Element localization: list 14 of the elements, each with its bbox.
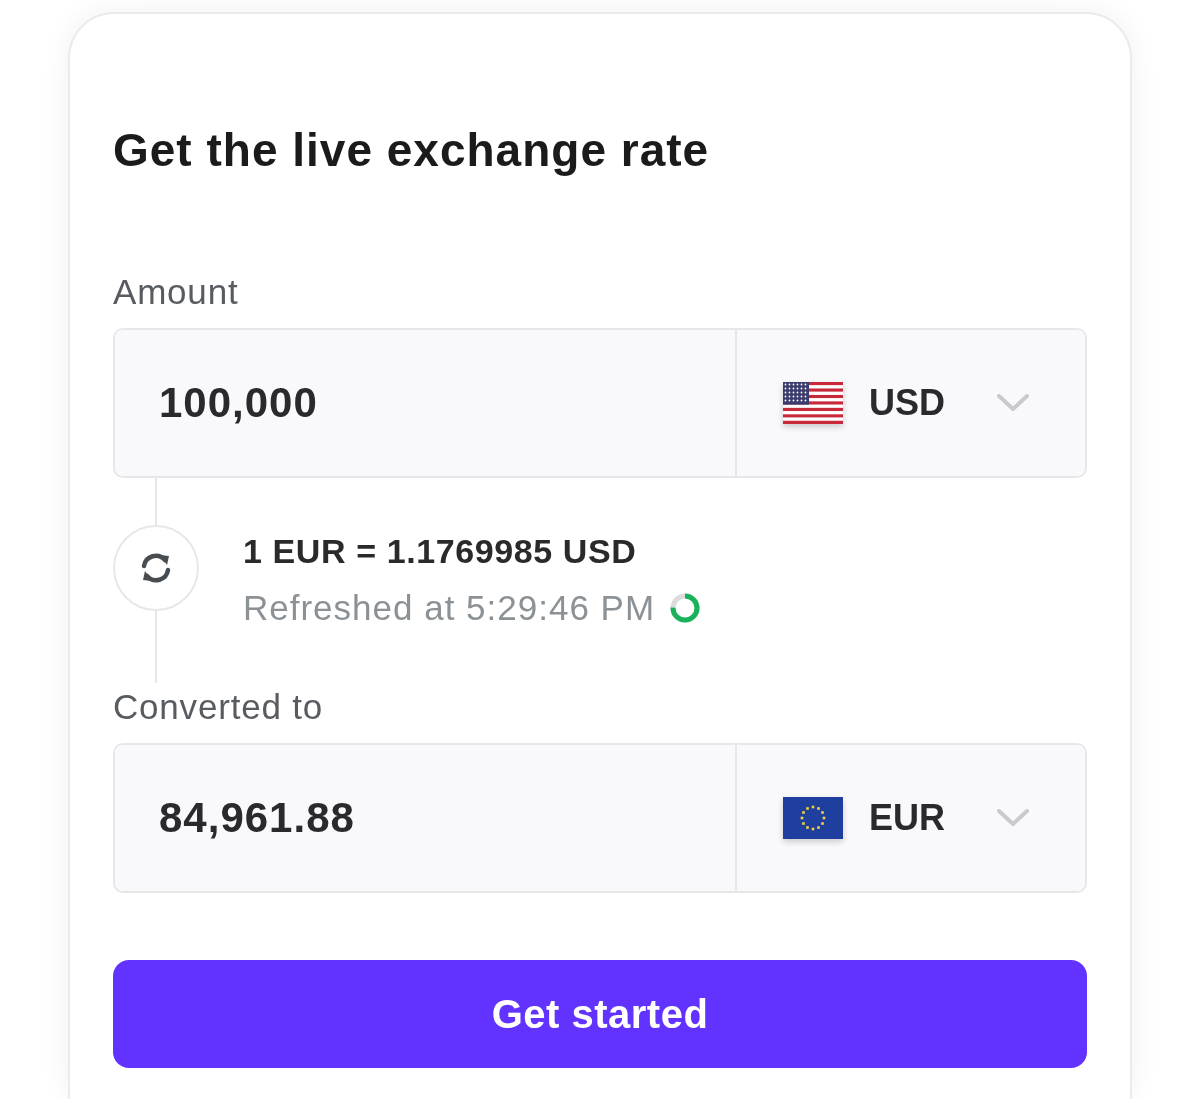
get-started-button[interactable]: Get started	[113, 960, 1087, 1068]
exchange-rate-text: 1 EUR = 1.1769985 USD	[243, 531, 638, 571]
us-flag-icon	[783, 382, 843, 424]
amount-field[interactable]: 84,961.88	[115, 745, 735, 891]
currency-dropdown[interactable]: EUR	[735, 745, 1085, 891]
field-label: Converted to	[113, 687, 324, 727]
chevron-down-icon	[997, 394, 1029, 412]
chevron-down-icon	[997, 809, 1029, 827]
card-title: Get the live exchange rate	[113, 124, 711, 176]
refreshed-time: Refreshed at 5:29:46 PM	[243, 588, 656, 628]
eu-flag-icon	[783, 797, 843, 839]
amount-field[interactable]: 100,000	[115, 330, 735, 476]
currency-dropdown[interactable]: USD	[735, 330, 1085, 476]
field-label: Amount	[113, 272, 240, 312]
